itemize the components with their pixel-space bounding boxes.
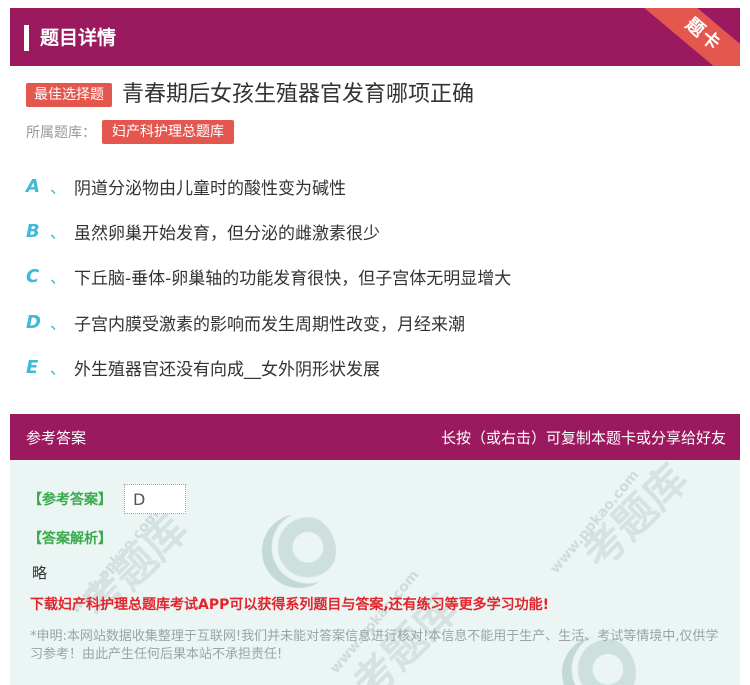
option-c[interactable]: C 、 下丘脑-垂体-卵巢轴的功能发育很快，但子宫体无明显增大 — [26, 260, 511, 292]
option-letter: A — [26, 175, 40, 197]
option-a[interactable]: A 、 阴道分泌物由儿童时的酸性变为碱性 — [26, 170, 346, 202]
option-separator: 、 — [50, 178, 67, 197]
analysis-row: 【答案解析】 — [28, 528, 112, 548]
reference-answer-row: 【参考答案】 D — [28, 484, 186, 514]
option-letter: D — [26, 311, 41, 333]
share-hint: 长按（或右击）可复制本题卡或分享给好友 — [440, 429, 726, 447]
option-text: 下丘脑-垂体-卵巢轴的功能发育很快，但子宫体无明显增大 — [74, 268, 512, 289]
option-d[interactable]: D 、 子宫内膜受激素的影响而发生周期性改变，月经来潮 — [26, 306, 465, 338]
option-separator: 、 — [50, 359, 67, 378]
option-letter: E — [26, 356, 39, 378]
question-type-badge: 最佳选择题 — [26, 83, 112, 107]
question-line: 最佳选择题 青春期后女孩生殖器官发育哪项正确 — [26, 80, 474, 110]
page-header: 题目详情 题卡 — [10, 8, 740, 66]
option-letter: B — [26, 220, 40, 242]
option-text: 阴道分泌物由儿童时的酸性变为碱性 — [74, 178, 346, 199]
library-line: 所属题库： 妇产科护理总题库 — [26, 120, 234, 144]
watermark-logo-text: 考题库 — [573, 454, 698, 579]
analysis-text: 略 — [32, 564, 48, 582]
library-link[interactable]: 妇产科护理总题库 — [102, 120, 234, 144]
answer-panel: 参考答案 长按（或右击）可复制本题卡或分享给好友 www.ppkao.com w… — [10, 414, 740, 685]
option-text: 外生殖器官还没有向成__女外阴形状发展 — [74, 359, 380, 380]
analysis-label: 【答案解析】 — [28, 531, 112, 547]
option-separator: 、 — [50, 268, 67, 287]
option-b[interactable]: B 、 虽然卵巢开始发育，但分泌的雌激素很少 — [26, 215, 380, 247]
option-text: 虽然卵巢开始发育，但分泌的雌激素很少 — [74, 223, 380, 244]
answer-section-title: 参考答案 — [26, 429, 87, 447]
reference-answer-value: D — [124, 484, 186, 514]
question-title: 青春期后女孩生殖器官发育哪项正确 — [122, 82, 475, 107]
question-card-ribbon[interactable]: 题卡 — [634, 8, 740, 66]
download-app-link[interactable]: 下载妇产科护理总题库考试APP可以获得系列题目与答案,还有练习等更多学习功能! — [30, 594, 549, 614]
reference-answer-label: 【参考答案】 — [28, 492, 112, 508]
disclaimer-text: *申明:本网站数据收集整理于互联网!我们并未能对答案信息进行核对!本信息不能用于… — [30, 629, 719, 662]
option-e[interactable]: E 、 外生殖器官还没有向成__女外阴形状发展 — [26, 351, 380, 383]
option-text: 子宫内膜受激素的影响而发生周期性改变，月经来潮 — [74, 314, 465, 335]
library-label: 所属题库： — [26, 125, 96, 141]
page-title: 题目详情 — [40, 27, 117, 49]
option-letter: C — [26, 265, 40, 287]
option-separator: 、 — [50, 223, 67, 242]
header-accent-bar — [24, 25, 29, 51]
option-separator: 、 — [50, 314, 67, 333]
answer-panel-header: 参考答案 长按（或右击）可复制本题卡或分享给好友 — [10, 414, 740, 460]
watermark-swirl-icon — [262, 514, 336, 588]
